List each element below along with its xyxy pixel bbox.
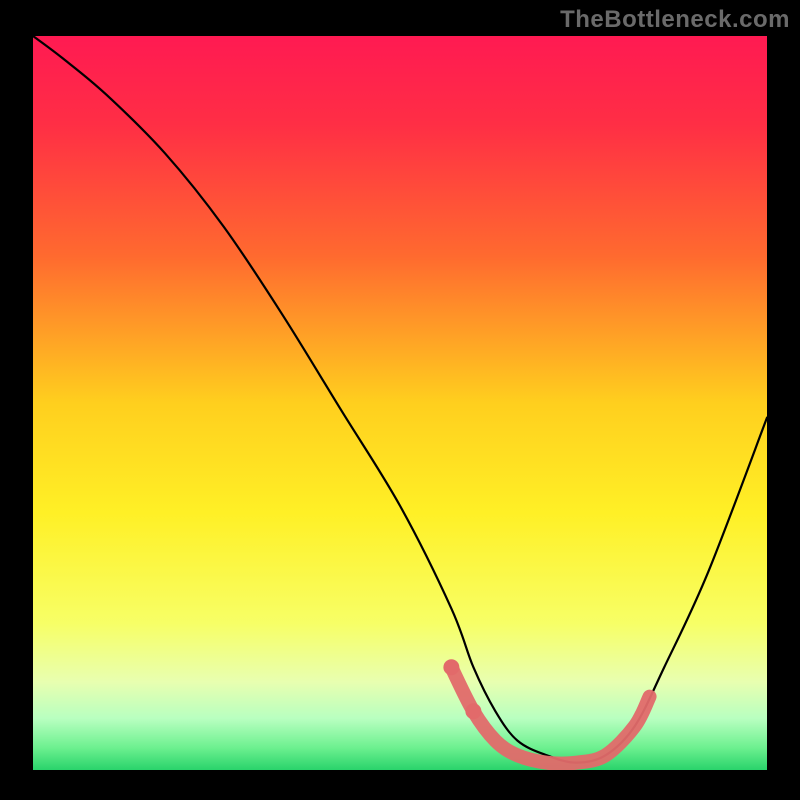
highlight-dot [443, 659, 459, 675]
bottleneck-chart [0, 0, 800, 800]
highlight-dot [465, 703, 481, 719]
chart-frame: TheBottleneck.com [0, 0, 800, 800]
gradient-background [33, 36, 767, 770]
